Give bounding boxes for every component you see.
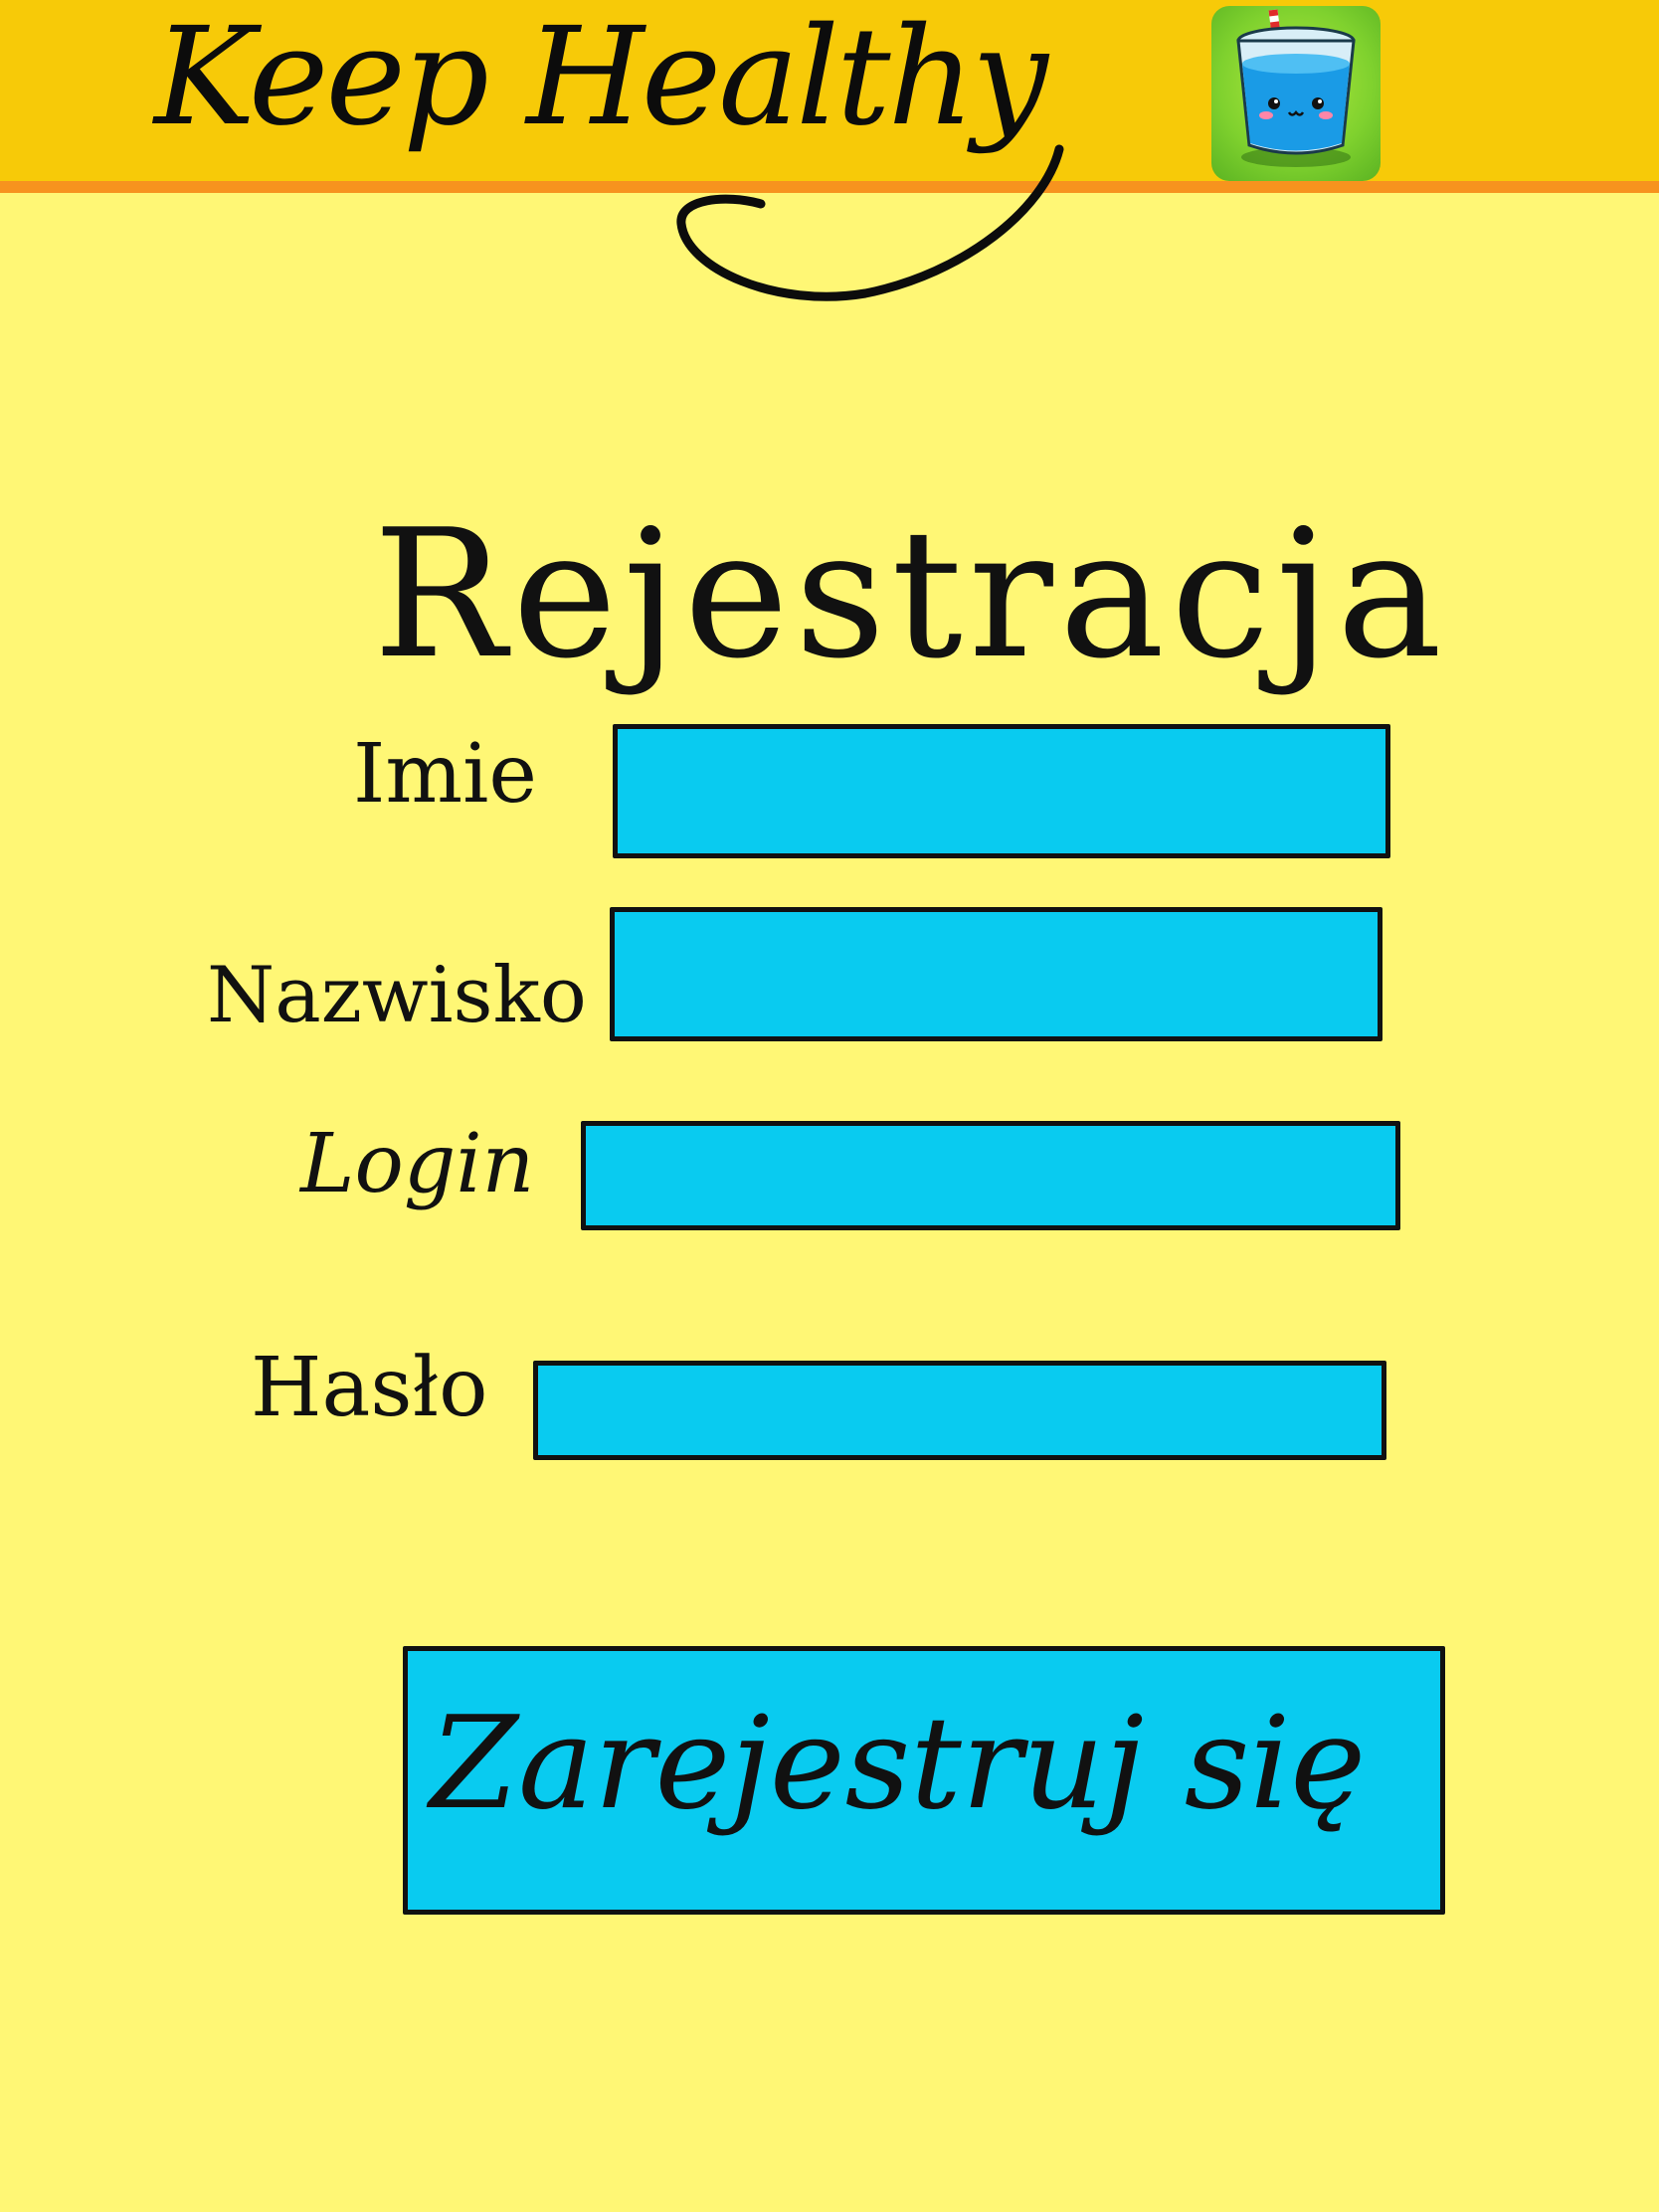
last-name-label: Nazwisko (207, 951, 587, 1040)
first-name-input[interactable] (613, 724, 1390, 858)
title-swash-decoration (676, 144, 1064, 301)
register-button-label: Zarejestruj się (430, 1690, 1367, 1838)
water-glass-icon[interactable] (1211, 6, 1381, 181)
password-input[interactable] (533, 1361, 1386, 1460)
app-title: Keep Healthy (154, 0, 1048, 156)
password-label: Hasło (251, 1341, 488, 1435)
login-input[interactable] (581, 1121, 1400, 1230)
page-title: Rejestracja (373, 491, 1448, 698)
register-button[interactable]: Zarejestruj się (403, 1646, 1445, 1915)
login-label: Login (300, 1117, 535, 1211)
first-name-label: Imie (353, 727, 537, 822)
last-name-input[interactable] (610, 907, 1382, 1041)
